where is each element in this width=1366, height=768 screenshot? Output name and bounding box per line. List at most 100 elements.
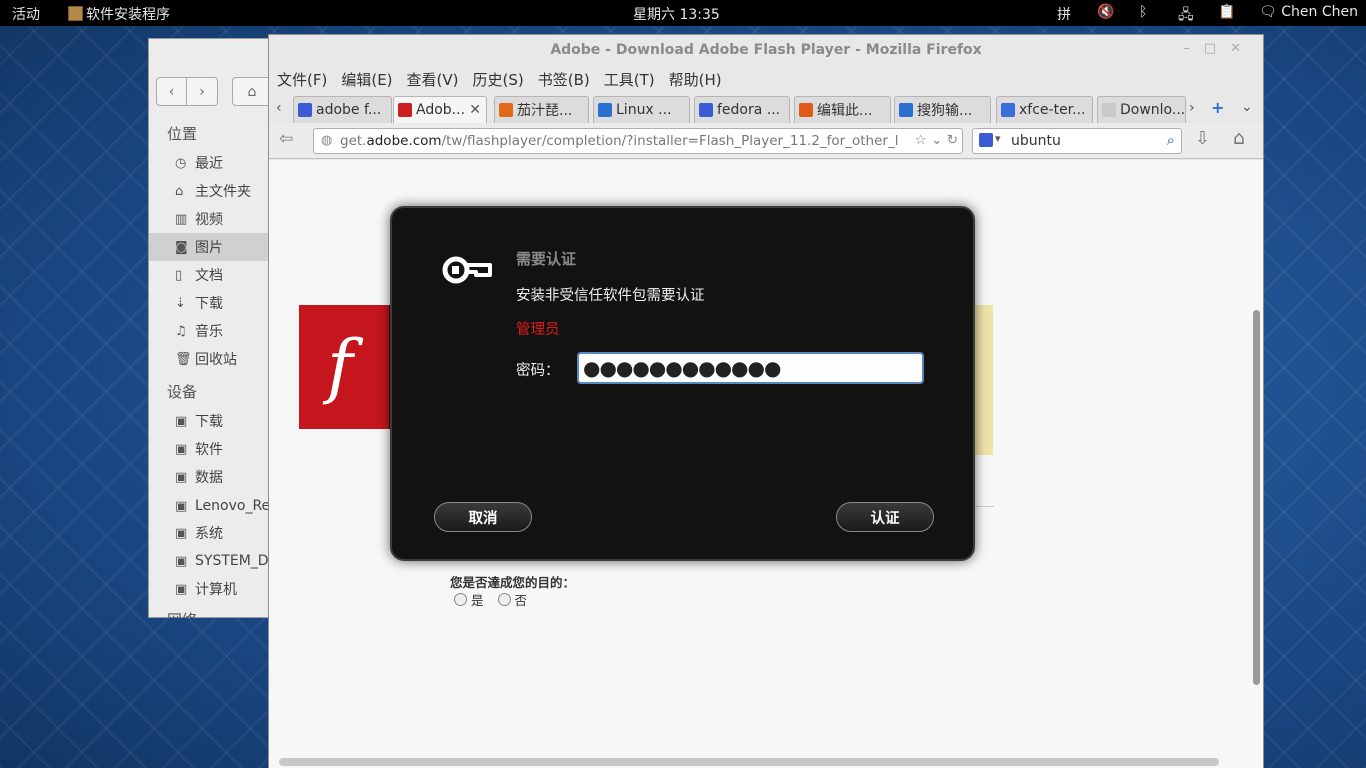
home-path-button[interactable]: ⌂ xyxy=(232,77,272,106)
sidebar-item-label: 数据 xyxy=(195,470,223,486)
url-bar[interactable]: ◍ get. adobe.com/tw/flashplayer/completio… xyxy=(313,128,963,154)
sidebar-item-label: 系统 xyxy=(195,526,223,542)
menu-help[interactable]: 帮助(H) xyxy=(669,69,722,91)
menu-history[interactable]: 历史(S) xyxy=(473,69,524,91)
tab-list-icon[interactable]: ⌄ xyxy=(1241,99,1253,115)
dropdown-icon[interactable]: ⌄ xyxy=(931,132,942,148)
download-arrow-icon[interactable]: ⇩ xyxy=(1195,128,1210,149)
tab[interactable]: Linux ... xyxy=(593,96,690,123)
authentication-dialog: 需要认证 安装非受信任软件包需要认证 管理员 密码： 取消 认证 xyxy=(390,206,975,561)
navigation-bar: ⇦ ◍ get. adobe.com/tw/flashplayer/complet… xyxy=(269,123,1263,159)
window-title: Adobe - Download Adobe Flash Player - Mo… xyxy=(550,42,982,58)
menu-edit[interactable]: 编辑(E) xyxy=(341,69,392,91)
home-icon: ⌂ xyxy=(247,83,257,100)
menu-tools[interactable]: 工具(T) xyxy=(604,69,655,91)
tab[interactable]: 搜狗输... xyxy=(894,96,991,123)
sidebar-item-label: Lenovo_Re xyxy=(195,498,271,514)
minimize-icon[interactable]: – xyxy=(1183,41,1204,56)
sidebar-item-pictures[interactable]: ◙ 图片 xyxy=(149,233,279,261)
sidebar-device[interactable]: ▣ 软件 xyxy=(149,435,279,463)
sidebar-item-downloads[interactable]: ⇣ 下载 xyxy=(149,289,279,317)
tab-label: adobe f... xyxy=(316,102,382,118)
sidebar-item-label: 下载 xyxy=(195,414,223,430)
authenticate-button[interactable]: 认证 xyxy=(836,502,934,532)
sidebar-item-trash[interactable]: 🗑 回收站 xyxy=(149,345,279,373)
sidebar-item-label: SYSTEM_DI xyxy=(195,553,273,569)
tab-label: 搜狗输... xyxy=(917,103,973,119)
horizontal-scrollbar[interactable] xyxy=(279,758,1219,766)
sidebar-item-label: 下载 xyxy=(195,296,223,312)
back-button[interactable]: ‹ xyxy=(156,77,187,106)
places-header: 位置 xyxy=(167,125,198,143)
tab[interactable]: xfce-ter... xyxy=(996,96,1093,123)
radio-yes[interactable] xyxy=(454,593,467,606)
survey-question: 您是否達成您的目的： xyxy=(450,575,576,590)
tab-close-icon[interactable]: ✕ xyxy=(469,102,481,118)
flash-favicon-icon xyxy=(1102,103,1116,117)
star-icon[interactable]: ☆ xyxy=(915,132,927,148)
window-controls: –□✕ xyxy=(1183,41,1255,56)
drive-icon: ▣ xyxy=(175,469,188,485)
tab[interactable]: 茄汁琵... xyxy=(494,96,589,123)
sidebar-item-label: 视频 xyxy=(195,212,223,228)
clipboard-icon[interactable]: 📋 xyxy=(1218,4,1235,20)
home-icon[interactable]: ⌂ xyxy=(1233,127,1245,149)
reload-icon[interactable]: ↻ xyxy=(947,132,958,148)
menu-file[interactable]: 文件(F) xyxy=(277,69,327,91)
app-menu[interactable]: 软件安装程序 xyxy=(68,4,170,24)
volume-icon[interactable]: 🔇 xyxy=(1097,4,1114,20)
nav-buttons: ‹ › xyxy=(156,77,218,106)
password-field[interactable] xyxy=(577,352,924,384)
maximize-icon[interactable]: □ xyxy=(1204,41,1230,56)
sidebar-item-documents[interactable]: ▯ 文档 xyxy=(149,261,279,289)
sidebar-device[interactable]: ▣ 数据 xyxy=(149,463,279,491)
activities-button[interactable]: 活动 xyxy=(12,4,40,24)
tab-active[interactable]: Adob... ✕ xyxy=(393,96,487,123)
sidebar-item-home[interactable]: ⌂ 主文件夹 xyxy=(149,177,279,205)
sidebar-item-music[interactable]: ♫ 音乐 xyxy=(149,317,279,345)
radio-no[interactable] xyxy=(497,593,511,606)
tab[interactable]: 编辑此... xyxy=(794,96,891,123)
cancel-button[interactable]: 取消 xyxy=(434,502,532,532)
sidebar-item-label: 图片 xyxy=(195,240,223,256)
new-tab-icon[interactable]: + xyxy=(1211,98,1224,117)
tab[interactable]: adobe f... xyxy=(293,96,392,123)
tab[interactable]: fedora ... xyxy=(694,96,790,123)
forward-button[interactable]: › xyxy=(187,77,218,106)
sidebar-item-videos[interactable]: ▥ 视频 xyxy=(149,205,279,233)
vertical-scrollbar[interactable] xyxy=(1253,310,1260,685)
sidebar-item-recent[interactable]: ◷ 最近 xyxy=(149,149,279,177)
sidebar-device[interactable]: ▣ 计算机 xyxy=(149,575,279,603)
network-icon[interactable]: 🖧 xyxy=(1178,4,1194,28)
search-value: ubuntu xyxy=(1011,133,1061,149)
app-menu-label: 软件安装程序 xyxy=(86,7,170,23)
user-menu[interactable]: 🗨 Chen Chen xyxy=(1259,4,1358,20)
back-arrow-icon[interactable]: ⇦ xyxy=(279,129,293,149)
bluetooth-icon[interactable]: ᛒ xyxy=(1139,4,1147,20)
search-bar[interactable]: ▾ ubuntu ⌕ xyxy=(972,128,1182,154)
search-icon[interactable]: ⌕ xyxy=(1167,131,1175,149)
tab-label: Downlo... xyxy=(1120,102,1186,118)
sidebar-item-label: 计算机 xyxy=(195,582,237,598)
close-icon[interactable]: ✕ xyxy=(1230,41,1255,56)
tab-label: Adob... xyxy=(416,102,466,118)
tab[interactable]: Downlo... xyxy=(1097,96,1186,123)
file-manager-window: ‹ › ⌂ 位置 ◷ 最近 ⌂ 主文件夹 ▥ 视频 ◙ 图片 ▯ 文档 ⇣ 下载 ♫ 音乐 🗑… xyxy=(148,38,279,618)
sidebar-item-label: 软件 xyxy=(195,442,223,458)
clock[interactable]: 星期六 13:35 xyxy=(633,4,720,24)
tab-label: 编辑此... xyxy=(817,103,873,119)
menu-bookmarks[interactable]: 书签(B) xyxy=(538,69,590,91)
sidebar-device[interactable]: ▣ SYSTEM_DI xyxy=(149,547,279,575)
input-method-indicator[interactable]: 拼 xyxy=(1057,4,1071,24)
tab-scroll-right-icon[interactable]: › xyxy=(1189,100,1195,116)
drive-icon: ▣ xyxy=(175,553,188,569)
sidebar-device[interactable]: ▣ 下载 xyxy=(149,407,279,435)
sidebar-device[interactable]: ▣ 系统 xyxy=(149,519,279,547)
ubuntu-favicon-icon xyxy=(799,103,813,117)
camera-icon: ◙ xyxy=(175,239,188,255)
tab-scroll-left-icon[interactable]: ‹ xyxy=(276,100,282,116)
menu-view[interactable]: 查看(V) xyxy=(407,69,459,91)
sidebar-item-label: 主文件夹 xyxy=(195,184,251,200)
sidebar-item-label: 文档 xyxy=(195,268,223,284)
sidebar-device[interactable]: ▣ Lenovo_Re xyxy=(149,492,279,520)
